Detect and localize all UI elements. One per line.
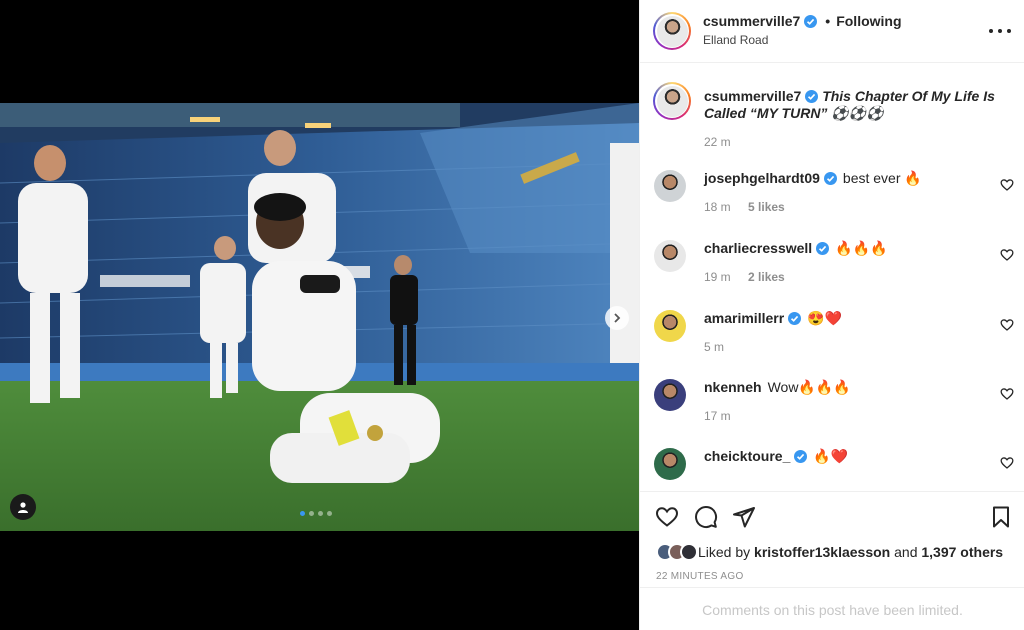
- comment-item: nkenneh Wow🔥🔥🔥 17 m: [654, 379, 1014, 429]
- like-comment-heart-icon[interactable]: [1000, 178, 1014, 192]
- comment-line: cheicktoure_ 🔥❤️: [704, 448, 848, 465]
- user-tag-icon: [18, 502, 28, 513]
- liked-by-prefix: Liked by: [698, 544, 751, 560]
- post-timestamp[interactable]: 22 MINUTES AGO: [656, 571, 744, 582]
- comment-icon[interactable]: [694, 505, 718, 529]
- comment-time: 18 m: [704, 200, 731, 214]
- more-dot-icon: [1007, 29, 1011, 33]
- verified-badge-icon: [804, 14, 818, 28]
- commenter-avatar[interactable]: [654, 448, 686, 480]
- comment-meta: 17 m: [704, 409, 731, 423]
- comment-line: charliecresswell 🔥🔥🔥: [704, 240, 887, 257]
- comment-time: 19 m: [704, 270, 731, 284]
- carousel-dot: [309, 511, 314, 516]
- verified-badge-icon: [788, 312, 802, 325]
- author-username[interactable]: csummerville7: [703, 13, 800, 29]
- comment-text: Wow🔥🔥🔥: [767, 379, 851, 395]
- more-dot-icon: [998, 29, 1002, 33]
- carousel-dot: [327, 511, 332, 516]
- commenter-username[interactable]: cheicktoure_: [704, 448, 790, 465]
- heart-icon[interactable]: [655, 505, 679, 529]
- comment-item: amarimillerr 😍❤️ 5 m: [654, 310, 1014, 360]
- comment-text: 🔥🔥🔥: [835, 240, 888, 256]
- comment-meta: 19 m 2 likes: [704, 270, 785, 284]
- celebration-photo: [0, 103, 639, 531]
- share-icon[interactable]: [732, 505, 756, 529]
- post-actions: Liked by kristoffer13klaesson and 1,397 …: [640, 491, 1024, 630]
- comment-likes[interactable]: 5 likes: [748, 200, 785, 214]
- comment-likes[interactable]: 2 likes: [748, 270, 785, 284]
- comment-time: 5 m: [704, 340, 725, 354]
- verified-badge-icon: [816, 242, 830, 255]
- commenter-avatar[interactable]: [654, 240, 686, 272]
- caption-time: 22 m: [704, 135, 731, 149]
- liked-by-username[interactable]: kristoffer13klaesson: [754, 544, 890, 560]
- comments-scroll-area[interactable]: csummerville7 This Chapter Of My Life Is…: [640, 63, 1024, 491]
- post-header: csummerville7 • Following Elland Road: [640, 0, 1024, 63]
- tagged-users-button[interactable]: [10, 494, 36, 520]
- more-options-button[interactable]: [989, 24, 1011, 38]
- like-comment-heart-icon[interactable]: [1000, 248, 1014, 262]
- comment-meta: 18 m 5 likes: [704, 200, 785, 214]
- comment-line: josephgelhardt09 best ever 🔥: [704, 170, 922, 187]
- comment-text: best ever 🔥: [842, 170, 922, 186]
- comment-line: amarimillerr 😍❤️: [704, 310, 842, 327]
- comment-text: 🔥❤️: [813, 448, 849, 464]
- comment-item: charliecresswell 🔥🔥🔥 19 m 2 likes: [654, 240, 1014, 290]
- verified-badge-icon: [794, 450, 808, 463]
- commenter-username[interactable]: charliecresswell: [704, 240, 812, 257]
- caption-text: csummerville7 This Chapter Of My Life Is…: [704, 88, 1022, 122]
- like-comment-heart-icon[interactable]: [1000, 387, 1014, 401]
- comment-line: nkenneh Wow🔥🔥🔥: [704, 379, 851, 396]
- commenter-username[interactable]: amarimillerr: [704, 310, 784, 327]
- commenter-username[interactable]: josephgelhardt09: [704, 170, 820, 187]
- commenter-avatar[interactable]: [654, 379, 686, 411]
- verified-badge-icon: [823, 172, 837, 185]
- comments-limited-notice: Comments on this post have been limited.: [640, 587, 1024, 630]
- caption-avatar[interactable]: [653, 82, 691, 120]
- comment-time: 17 m: [704, 409, 731, 423]
- post-photo: [0, 103, 639, 531]
- carousel-dot: [318, 511, 323, 516]
- commenter-username[interactable]: nkenneh: [704, 379, 762, 396]
- comment-item: cheicktoure_ 🔥❤️: [654, 448, 1014, 491]
- author-info: csummerville7 • Following: [703, 13, 902, 29]
- carousel-dot: [300, 511, 305, 516]
- post-location[interactable]: Elland Road: [703, 33, 768, 47]
- header-separator: •: [825, 13, 831, 29]
- post-media-area: [0, 0, 639, 630]
- more-dot-icon: [989, 29, 993, 33]
- comment-text: 😍❤️: [807, 310, 843, 326]
- chevron-right-icon: [614, 313, 621, 323]
- bookmark-icon[interactable]: [989, 505, 1013, 529]
- next-photo-button[interactable]: [605, 306, 629, 330]
- comment-item: josephgelhardt09 best ever 🔥 18 m 5 like…: [654, 170, 1014, 220]
- verified-badge-icon: [805, 90, 819, 103]
- author-avatar[interactable]: [653, 12, 691, 50]
- commenter-avatar[interactable]: [654, 310, 686, 342]
- commenter-avatar[interactable]: [654, 170, 686, 202]
- liked-by-others-link[interactable]: 1,397 others: [921, 544, 1003, 560]
- liker-avatars[interactable]: [656, 543, 698, 561]
- like-comment-heart-icon[interactable]: [1000, 456, 1014, 470]
- caption-username[interactable]: csummerville7: [704, 88, 801, 104]
- liked-by-text: Liked by kristoffer13klaesson and 1,397 …: [698, 544, 1003, 560]
- carousel-indicator: [300, 511, 332, 516]
- comment-meta: 5 m: [704, 340, 724, 354]
- like-comment-heart-icon[interactable]: [1000, 318, 1014, 332]
- liked-by-and: and: [894, 544, 918, 560]
- post-detail-panel: csummerville7 • Following Elland Road cs…: [639, 0, 1024, 630]
- liked-by-row: Liked by kristoffer13klaesson and 1,397 …: [656, 543, 1003, 561]
- following-button[interactable]: Following: [836, 13, 901, 29]
